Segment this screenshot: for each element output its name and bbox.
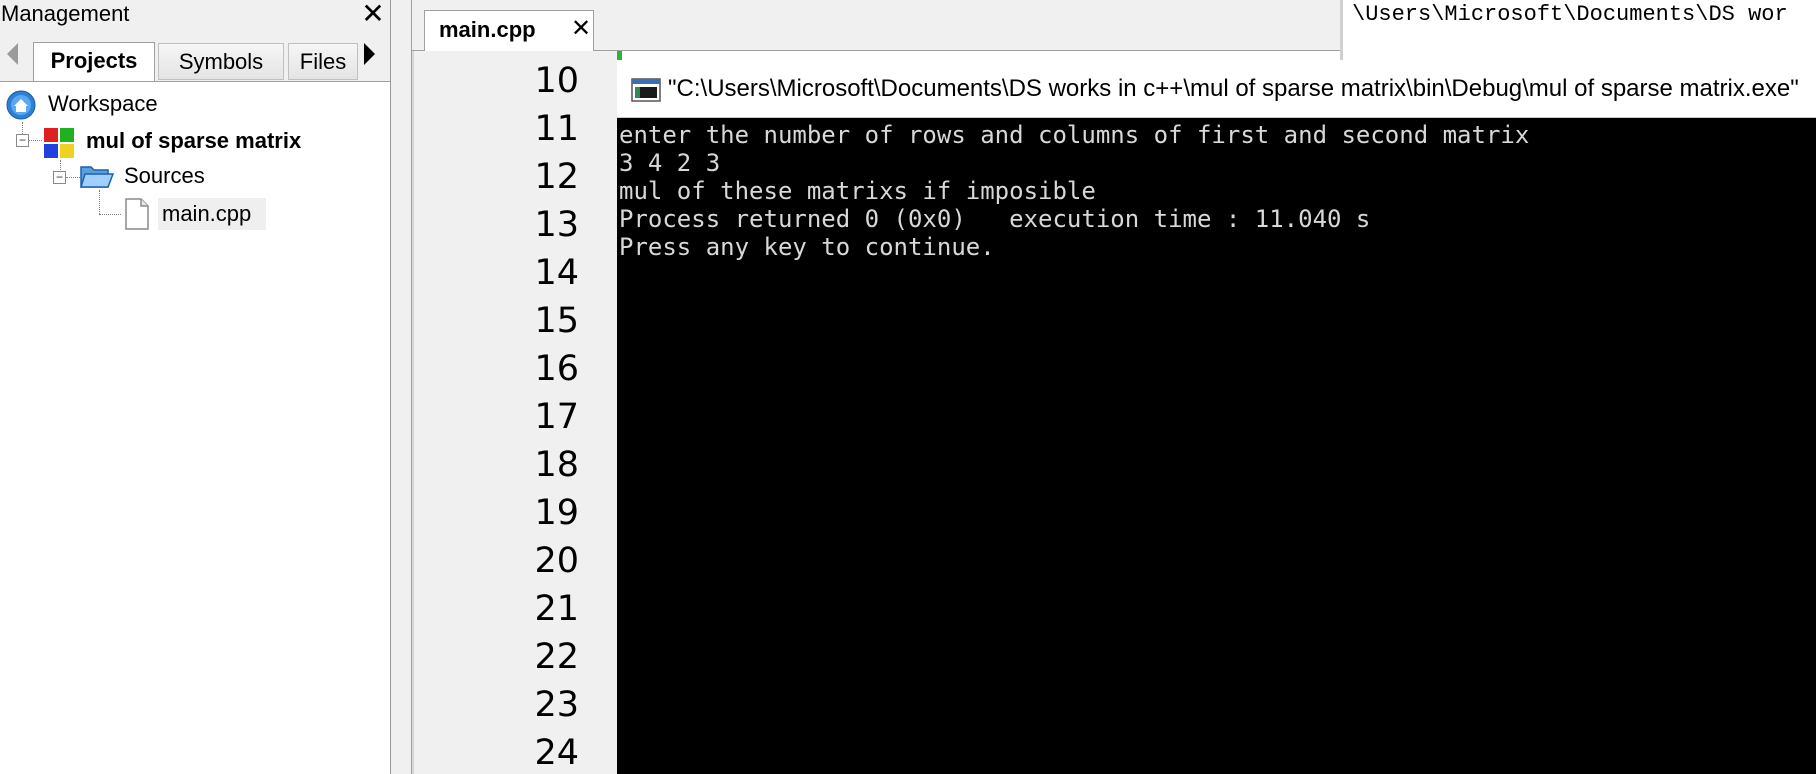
project-blocks-icon	[44, 128, 74, 158]
path-text: \Users\Microsoft\Documents\DS wor	[1352, 2, 1788, 27]
line-number: 17	[534, 397, 579, 437]
tab-projects[interactable]: Projects	[33, 42, 155, 81]
close-icon[interactable]: ✕	[360, 0, 386, 28]
tree-connector	[28, 140, 42, 141]
console-line: Press any key to continue.	[619, 233, 995, 261]
line-number: 19	[534, 493, 579, 533]
tab-files[interactable]: Files	[288, 43, 358, 80]
file-icon	[125, 198, 149, 230]
tab-scroll-right-icon[interactable]	[364, 43, 375, 65]
console-output[interactable]: enter the number of rows and columns of …	[617, 118, 1816, 774]
line-number: 22	[534, 637, 579, 677]
tab-symbols[interactable]: Symbols	[158, 43, 284, 80]
tree-item-sources[interactable]: Sources	[124, 162, 205, 190]
editor-tab-label: main.cpp	[439, 17, 536, 42]
line-number: 14	[534, 253, 579, 293]
project-tree: Workspace − mul of sparse matrix − Sourc…	[0, 82, 390, 774]
console-titlebar[interactable]: "C:\Users\Microsoft\Documents\DS works i…	[617, 60, 1816, 118]
line-number: 21	[534, 589, 579, 629]
tree-item-workspace[interactable]: Workspace	[48, 90, 158, 118]
tree-connector	[99, 190, 100, 214]
open-folder-icon	[80, 166, 114, 188]
collapse-icon[interactable]: −	[16, 134, 29, 147]
line-number: 23	[534, 685, 579, 725]
line-number: 11	[534, 109, 579, 149]
console-window[interactable]: "C:\Users\Microsoft\Documents\DS works i…	[617, 60, 1816, 774]
line-number: 16	[534, 349, 579, 389]
tree-connector	[66, 177, 80, 178]
management-title: Management	[1, 1, 130, 26]
tree-connector	[99, 214, 121, 215]
tree-item-file-label: main.cpp	[162, 201, 252, 226]
panel-splitter[interactable]	[391, 0, 412, 774]
collapse-icon[interactable]: −	[53, 171, 66, 184]
line-number: 15	[534, 301, 579, 341]
tree-item-file-selected[interactable]: main.cpp	[158, 198, 266, 230]
console-title: "C:\Users\Microsoft\Documents\DS works i…	[668, 75, 1799, 102]
line-number: 20	[534, 541, 579, 581]
management-tabbar: Projects Symbols Files	[0, 29, 390, 82]
editor-tabbar: main.cpp ✕	[412, 0, 1340, 51]
management-panel: Management ✕ Projects Symbols Files Work…	[0, 0, 391, 774]
line-number: 12	[534, 157, 579, 197]
management-titlebar: Management ✕	[0, 0, 390, 30]
tab-scroll-left-icon[interactable]	[7, 43, 18, 65]
line-number: 24	[534, 733, 579, 773]
console-line: enter the number of rows and columns of …	[619, 121, 1530, 149]
line-number: 18	[534, 445, 579, 485]
line-number: 13	[534, 205, 579, 245]
line-number: 10	[534, 61, 579, 101]
line-number-gutter: 10 11 12 13 14 15 16 17 18 19 20 21 22 2…	[412, 51, 617, 774]
close-icon[interactable]: ✕	[571, 16, 591, 42]
tree-item-project[interactable]: mul of sparse matrix	[86, 127, 301, 155]
tab-main-cpp[interactable]: main.cpp ✕	[424, 10, 594, 51]
console-window-icon	[631, 78, 661, 102]
workspace-globe-icon	[6, 90, 36, 120]
